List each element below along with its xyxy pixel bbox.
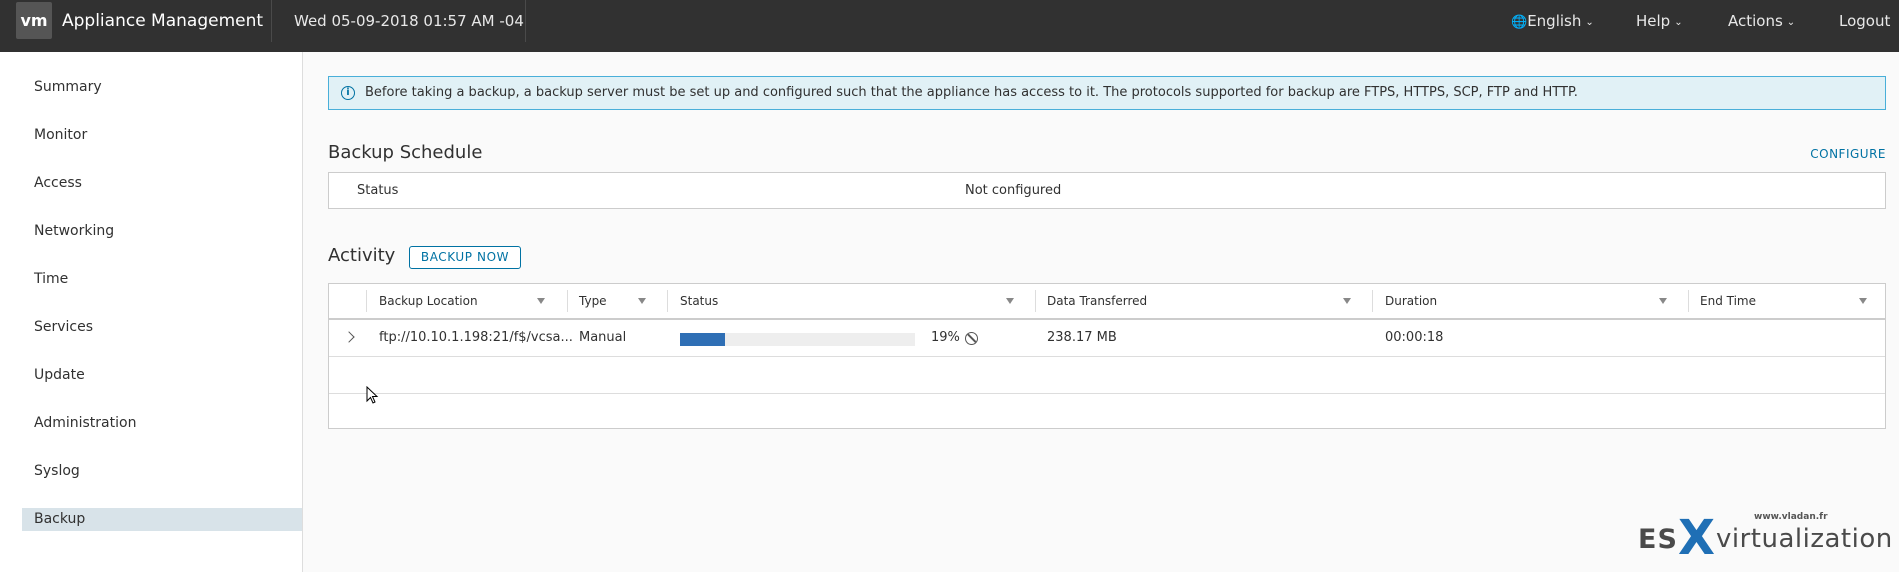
cell-type: Manual [579,330,627,345]
expand-row-chevron-icon[interactable] [343,331,355,343]
help-label: Help [1636,12,1671,30]
activity-title: Activity [328,245,396,266]
column-divider [567,290,568,312]
sidebar-item-access[interactable]: Access [22,172,302,195]
backup-progress-bar [680,333,915,346]
cell-backup-location: ftp://10.10.1.198:21/f$/vcsa... [379,330,573,345]
chevron-down-icon: ⌄ [1585,17,1594,28]
info-icon: i [341,86,355,100]
sidebar-item-networking[interactable]: Networking [22,220,302,243]
backup-schedule-panel: Status Not configured [328,172,1886,209]
activity-table: Backup Location Type Status Data Transfe… [328,283,1886,429]
column-header-end-time[interactable]: End Time [1700,284,1756,318]
chevron-down-icon: ⌄ [1786,17,1796,28]
column-divider [667,290,668,312]
watermark-x: X [1678,510,1716,566]
column-header-backup-location[interactable]: Backup Location [379,284,478,318]
column-header-type[interactable]: Type [579,284,607,318]
filter-icon[interactable] [638,298,646,304]
backup-progress-fill [680,333,725,346]
filter-icon[interactable] [1659,298,1667,304]
filter-icon[interactable] [537,298,545,304]
column-header-status[interactable]: Status [680,284,718,318]
sidebar: Summary Monitor Access Networking Time S… [0,52,303,572]
cell-progress-percent: 19% [931,330,960,345]
top-header: vm Appliance Management Wed 05-09-2018 0… [0,0,1899,52]
column-header-duration[interactable]: Duration [1385,284,1437,318]
watermark-url: www.vladan.fr [1754,512,1828,522]
filter-icon[interactable] [1343,298,1351,304]
table-row[interactable]: ftp://10.10.1.198:21/f$/vcsa... Manual 1… [329,320,1885,357]
mouse-cursor-icon [366,386,379,404]
globe-icon: 🌐 [1511,15,1528,30]
table-header: Backup Location Type Status Data Transfe… [329,284,1885,320]
watermark-virtualization: virtualization [1716,524,1893,554]
sidebar-item-monitor[interactable]: Monitor [22,124,302,147]
column-header-data-transferred[interactable]: Data Transferred [1047,284,1147,318]
column-divider [1688,290,1689,312]
table-row-empty [329,357,1885,394]
configure-link[interactable]: CONFIGURE [1810,147,1886,161]
app-title[interactable]: Appliance Management [62,0,263,42]
chevron-down-icon: ⌄ [1674,17,1683,28]
sidebar-item-syslog[interactable]: Syslog [22,460,302,483]
header-divider [271,0,272,42]
schedule-status-value: Not configured [965,183,1062,198]
column-divider [1372,290,1373,312]
actions-label: Actions [1728,12,1783,30]
column-divider [1035,290,1036,312]
sidebar-item-administration[interactable]: Administration [22,412,302,435]
sidebar-item-update[interactable]: Update [22,364,302,387]
info-banner-text: Before taking a backup, a backup server … [365,85,1578,100]
filter-icon[interactable] [1006,298,1014,304]
sidebar-item-summary[interactable]: Summary [22,76,302,99]
cell-duration: 00:00:18 [1385,330,1444,345]
watermark-logo: www.vladan.fr ES X virtualization [1636,510,1892,562]
watermark-es: ES [1638,524,1678,555]
language-menu[interactable]: 🌐English ⌄ [1511,0,1594,42]
cancel-icon[interactable] [965,332,978,345]
language-label: English [1527,12,1582,30]
column-divider [366,290,367,312]
vmware-logo[interactable]: vm [16,2,52,39]
header-divider [525,0,526,42]
logout-link[interactable]: Logout [1839,0,1890,42]
info-banner: i Before taking a backup, a backup serve… [328,76,1886,110]
actions-menu[interactable]: Actions ⌄ [1728,0,1795,42]
sidebar-item-backup[interactable]: Backup [22,508,302,531]
sidebar-item-time[interactable]: Time [22,268,302,291]
cell-data-transferred: 238.17 MB [1047,330,1117,345]
backup-schedule-title: Backup Schedule [328,142,483,163]
schedule-status-label: Status [357,183,399,198]
backup-now-button[interactable]: BACKUP NOW [409,246,521,269]
filter-icon[interactable] [1859,298,1867,304]
help-menu[interactable]: Help ⌄ [1636,0,1683,42]
header-datetime: Wed 05-09-2018 01:57 AM -04 [294,12,524,30]
sidebar-item-services[interactable]: Services [22,316,302,339]
